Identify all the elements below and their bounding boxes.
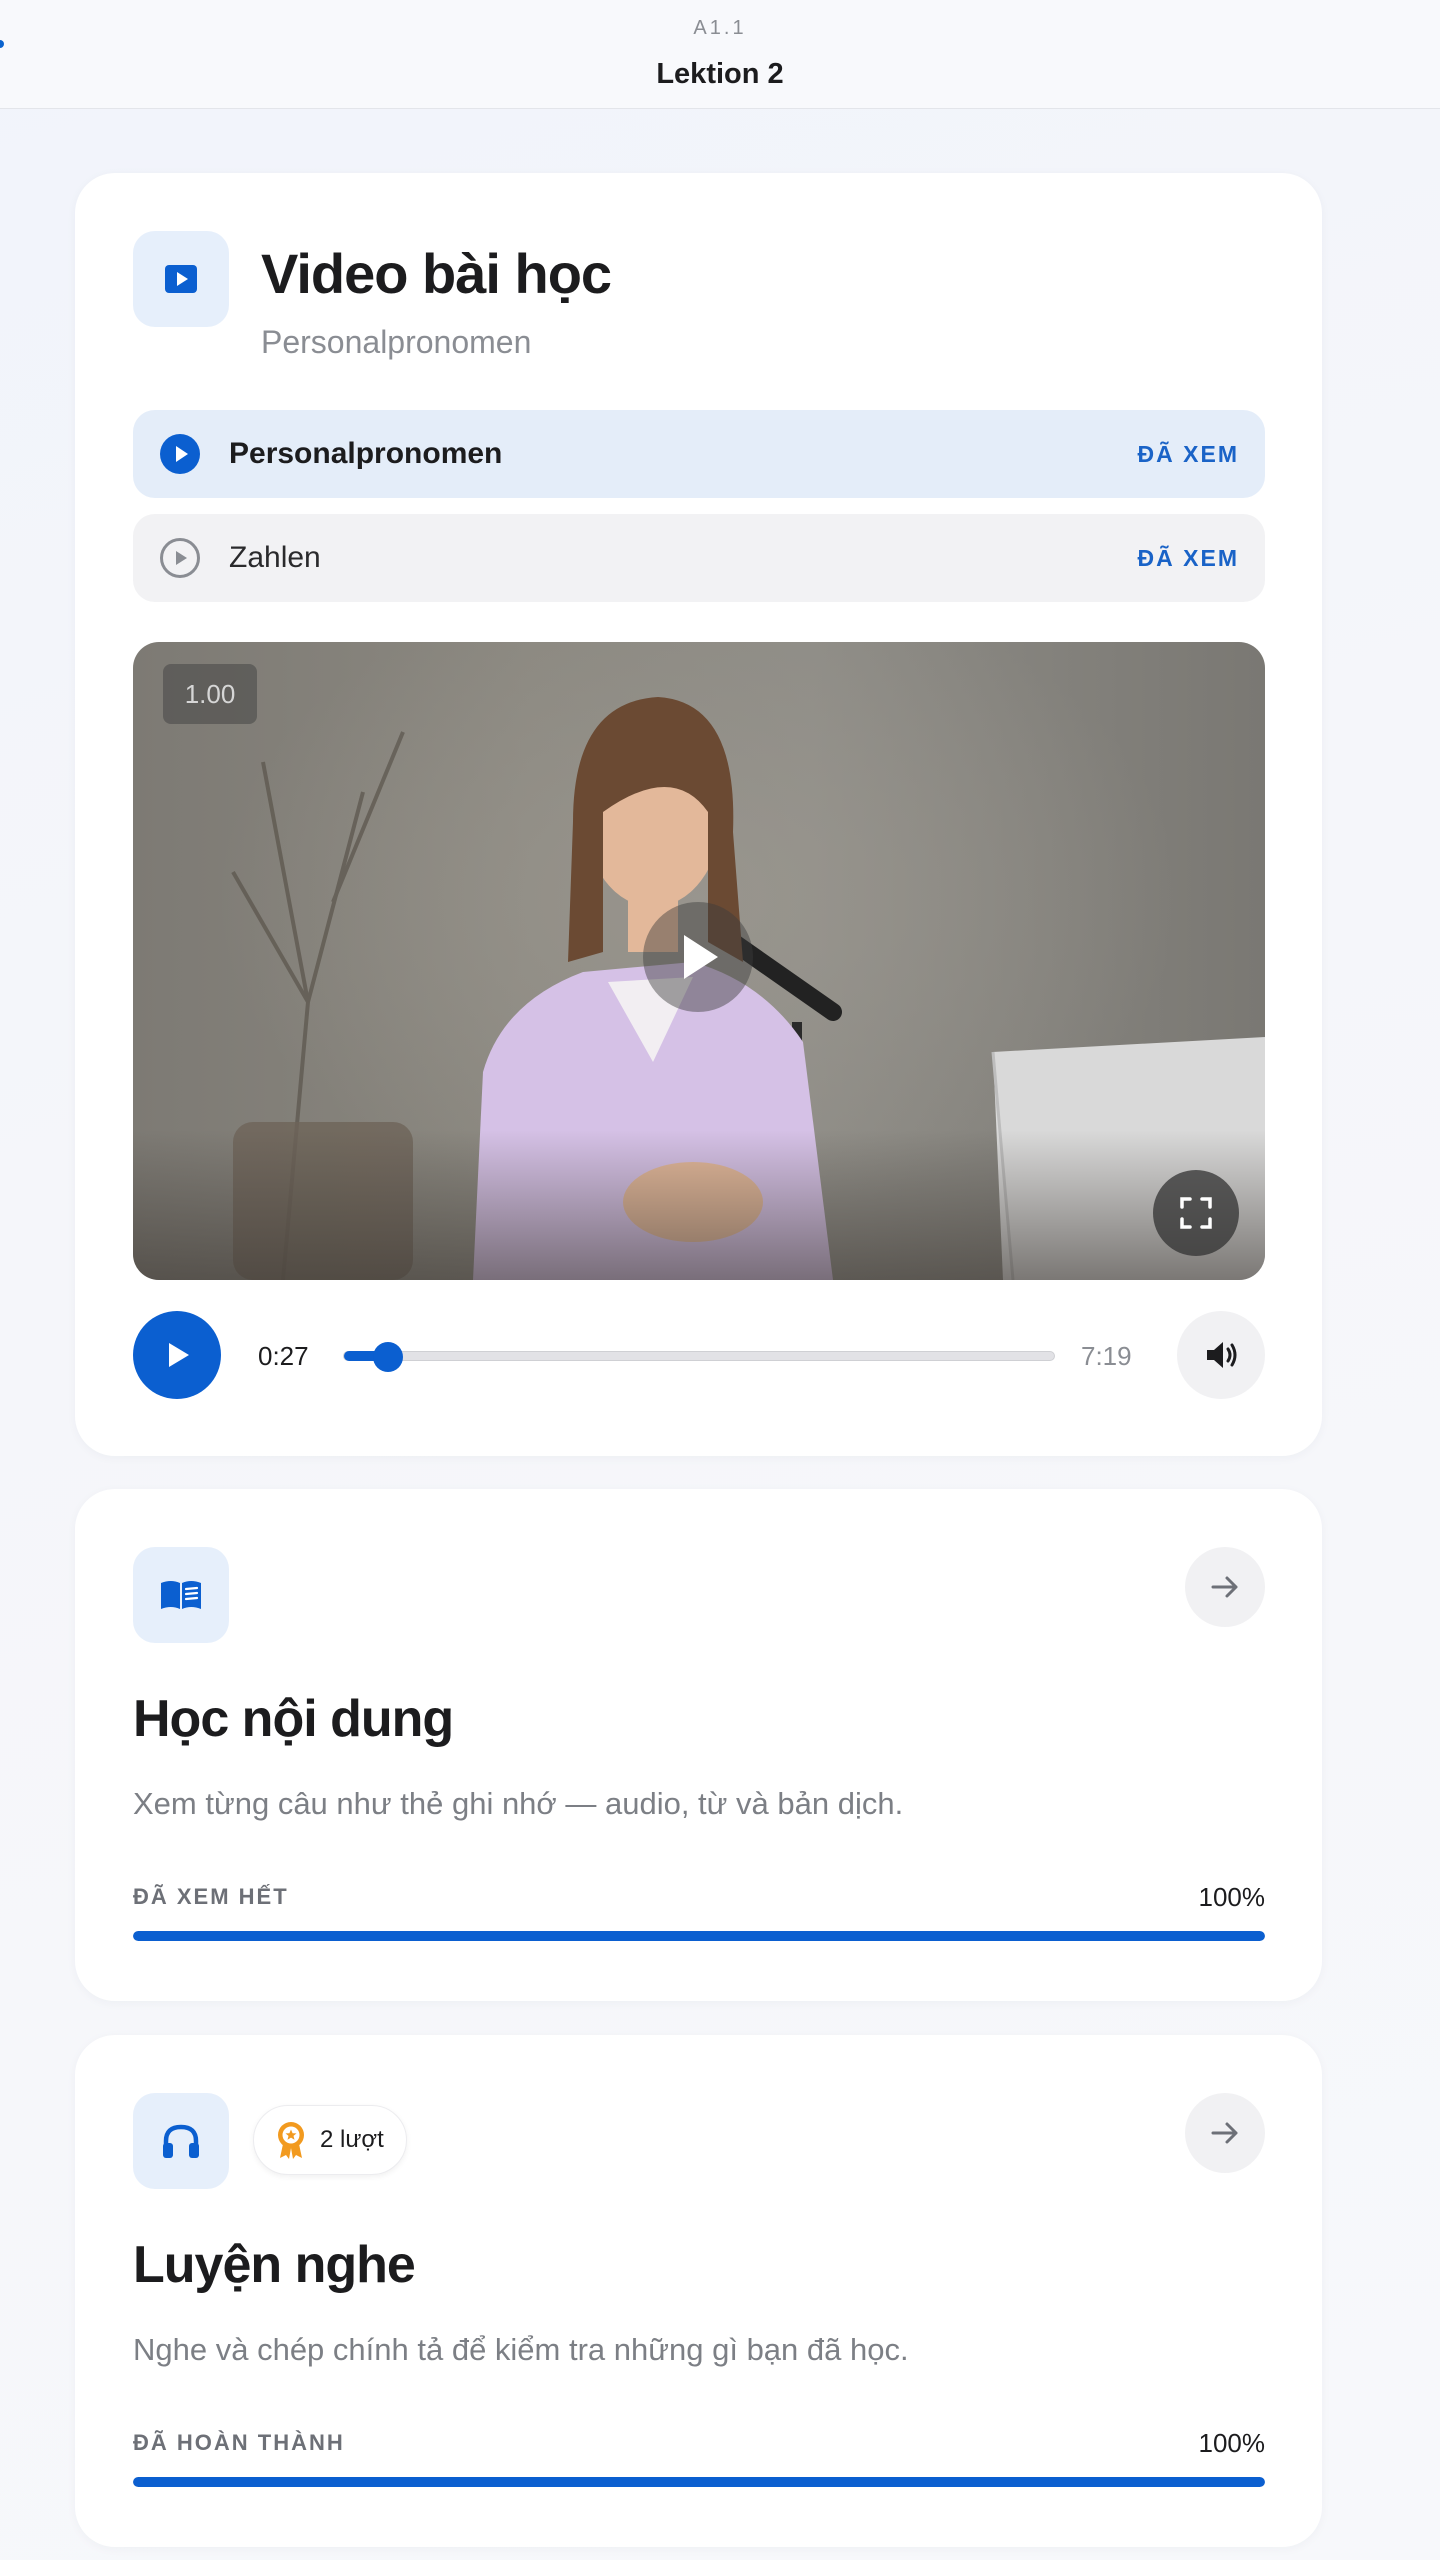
lesson-status: ĐÃ XEM: [1137, 544, 1239, 571]
volume-button[interactable]: [1177, 1311, 1265, 1399]
lesson-status: ĐÃ XEM: [1137, 440, 1239, 467]
headphones-icon: [163, 2124, 199, 2158]
listening-progress-percent: 100%: [1198, 2428, 1266, 2458]
headphones-tile: [133, 2093, 229, 2189]
playback-speed-badge[interactable]: 1.00: [163, 664, 257, 724]
video-card-subtitle: Personalpronomen: [261, 324, 532, 360]
listening-card-title: Luyện nghe: [133, 2236, 416, 2294]
listening-practice-card[interactable]: 2 lượt Luyện nghe Nghe và chép chính tả …: [75, 2035, 1322, 2547]
learn-card-title: Học nội dung: [133, 1690, 454, 1748]
video-tile: [133, 231, 229, 327]
back-indicator[interactable]: [0, 40, 4, 48]
player-controls: 0:27 7:19: [133, 1311, 1265, 1399]
lesson-item-zahlen[interactable]: Zahlen ĐÃ XEM: [133, 514, 1265, 602]
learn-content-card[interactable]: Học nội dung Xem từng câu như thẻ ghi nh…: [75, 1489, 1322, 2001]
top-navigation-bar: A1.1 Lektion 2: [0, 0, 1440, 109]
learn-card-description: Xem từng câu như thẻ ghi nhớ — audio, từ…: [133, 1786, 904, 1821]
speaker-icon: [1207, 1342, 1237, 1368]
learn-progress-fill: [133, 1931, 1265, 1941]
lesson-name: Personalpronomen: [229, 437, 503, 470]
video-lesson-card: Video bài học Personalpronomen Personalp…: [75, 173, 1322, 1456]
video-frame-shade: [133, 1130, 1265, 1280]
course-level: A1.1: [693, 17, 747, 39]
current-time: 0:27: [258, 1341, 309, 1371]
award-medal-icon: [278, 2122, 304, 2159]
play-button[interactable]: [133, 1311, 221, 1399]
play-circle-icon: [160, 434, 200, 474]
book-tile: [133, 1547, 229, 1643]
total-duration: 7:19: [1081, 1341, 1132, 1371]
learn-progress-label: ĐÃ XEM HẾT: [133, 1884, 289, 1909]
play-icon: [684, 935, 718, 979]
open-listening-button[interactable]: [1185, 2093, 1265, 2173]
learn-progress-percent: 100%: [1198, 1882, 1266, 1912]
open-book-icon: [161, 1581, 201, 1609]
arrow-right-icon: [1211, 2122, 1238, 2144]
page-title: Lektion 2: [656, 58, 784, 90]
open-learn-button[interactable]: [1185, 1547, 1265, 1627]
seek-bar-handle[interactable]: [373, 1342, 404, 1372]
listening-card-description: Nghe và chép chính tả để kiểm tra những …: [133, 2332, 909, 2367]
attempts-badge: 2 lượt: [253, 2105, 407, 2175]
video-player[interactable]: 1.00: [133, 642, 1265, 1280]
lesson-item-personalpronomen[interactable]: Personalpronomen ĐÃ XEM: [133, 410, 1265, 498]
fullscreen-icon: [1180, 1197, 1212, 1229]
learn-progress-bar: [133, 1931, 1265, 1941]
play-icon: [169, 1343, 189, 1367]
attempts-count: 2 lượt: [320, 2126, 384, 2153]
listening-progress-fill: [133, 2477, 1265, 2487]
play-circle-outline-icon: [160, 538, 200, 578]
video-overlay-play-button[interactable]: [643, 902, 753, 1012]
fullscreen-button[interactable]: [1153, 1170, 1239, 1256]
listening-progress-label: ĐÃ HOÀN THÀNH: [133, 2430, 345, 2455]
play-square-icon: [165, 265, 197, 293]
video-card-title: Video bài học: [261, 242, 612, 305]
lesson-name: Zahlen: [229, 541, 321, 574]
listening-progress-bar: [133, 2477, 1265, 2487]
arrow-right-icon: [1211, 1576, 1238, 1598]
seek-bar[interactable]: [343, 1342, 1055, 1372]
